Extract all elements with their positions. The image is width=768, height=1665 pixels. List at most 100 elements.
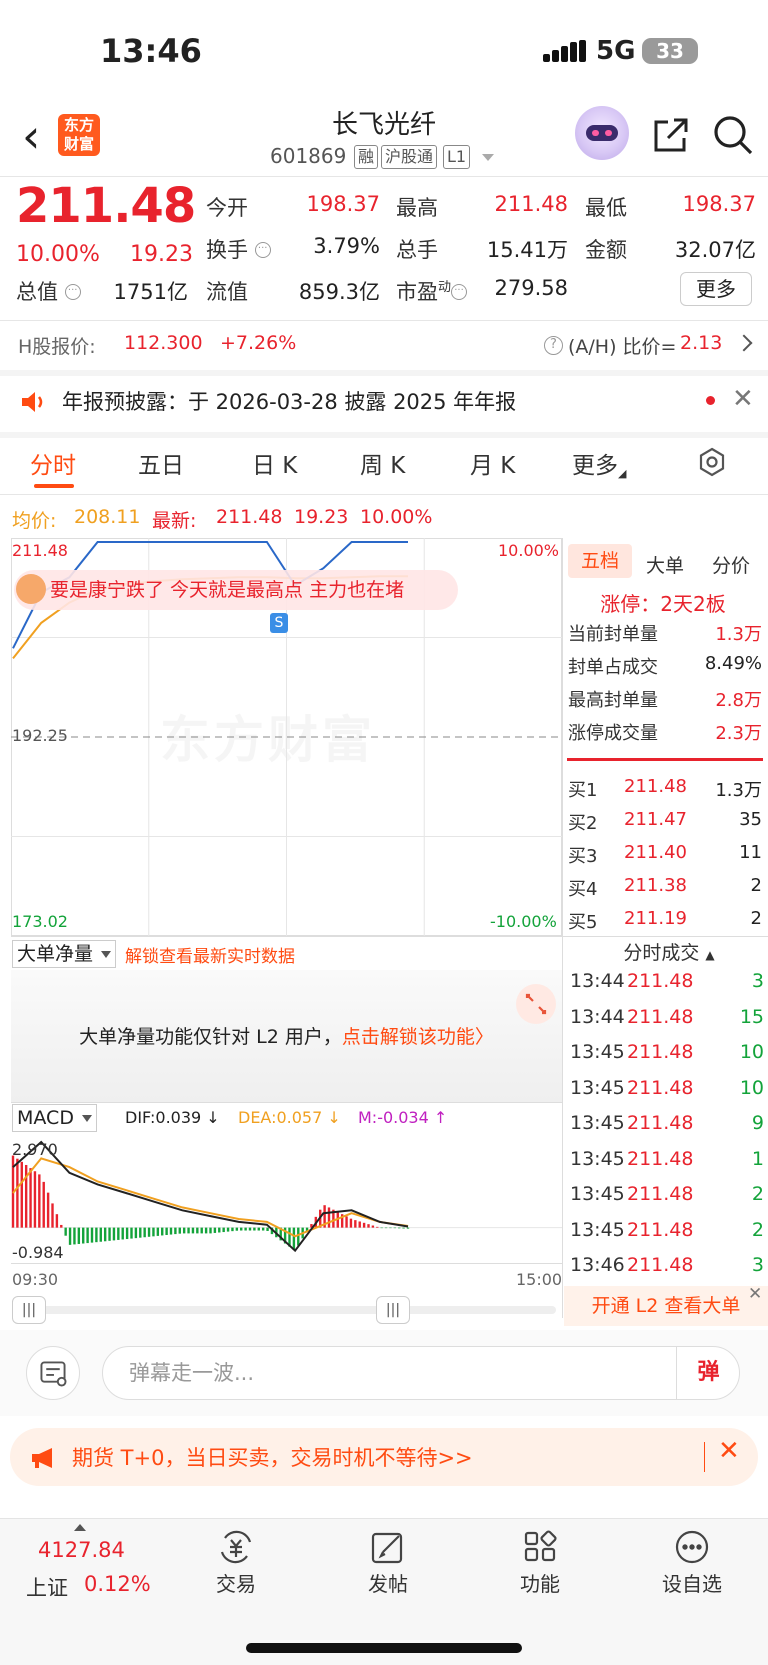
chevron-down-icon[interactable]	[482, 154, 494, 161]
tick-qty: 2	[751, 1183, 764, 1205]
tick-qty: 3	[751, 970, 764, 992]
avg-row-pct: 10.00%	[360, 506, 433, 528]
search-icon[interactable]	[712, 114, 754, 156]
tab-monthly-k[interactable]: 月 K	[470, 446, 515, 480]
ah-ratio-value[interactable]: 2.13	[680, 332, 722, 354]
danmu-settings-icon[interactable]	[26, 1346, 80, 1400]
macd-bar	[130, 1227, 133, 1239]
sell-marker[interactable]: S	[270, 613, 288, 633]
bid-row[interactable]: 买3 211.40 11	[568, 842, 762, 874]
hshare-label: H股报价:	[18, 336, 96, 358]
open-l2-banner[interactable]: 开通 L2 查看大单	[564, 1286, 768, 1326]
time-end: 15:00	[516, 1270, 563, 1289]
macd-bar	[358, 1221, 361, 1228]
assistant-robot-icon[interactable]	[575, 106, 629, 160]
tick-time: 13:45	[570, 1218, 625, 1241]
range-handle-right[interactable]: |||	[376, 1296, 410, 1324]
macd-bar	[393, 1227, 397, 1229]
tab-big-order[interactable]: 大单	[646, 551, 684, 578]
ticks-header[interactable]: 分时成交 ▲	[574, 938, 764, 965]
more-button[interactable]: 更多	[680, 272, 752, 306]
tag-level: L1	[443, 145, 471, 169]
close-icon[interactable]: ✕	[718, 1436, 740, 1466]
home-indicator[interactable]	[246, 1643, 522, 1653]
mktcap-label: 总值 ···	[16, 276, 81, 306]
tick-row: 13:45 211.48 1	[570, 1148, 764, 1182]
help-icon[interactable]: ?	[544, 336, 563, 355]
macd-chart[interactable]	[11, 1134, 562, 1264]
macd-bar	[362, 1222, 366, 1228]
l2-message: 大单净量功能仅针对 L2 用户，点击解锁该功能〉	[79, 1026, 494, 1048]
limit-stat-row: 最高封单量 2.8万	[568, 686, 762, 716]
macd-bar	[82, 1227, 85, 1244]
bid-row[interactable]: 买4 211.38 2	[568, 875, 762, 907]
bid-row[interactable]: 买1 211.48 1.3万	[568, 776, 762, 808]
nav-trade[interactable]: 交易	[176, 1520, 296, 1596]
turnover-value: 3.79%	[313, 234, 380, 258]
range-handle-left[interactable]: |||	[12, 1296, 46, 1324]
macd-bar	[235, 1227, 239, 1231]
tick-qty: 2	[751, 1218, 764, 1241]
nav-watchlist[interactable]: 设自选	[632, 1520, 752, 1596]
notice-text[interactable]: 年报预披露：于 2026-03-28 披露 2025 年年报	[62, 386, 516, 416]
limit-stat-row: 当前封单量 1.3万	[568, 620, 762, 650]
nav-post[interactable]: 发帖	[328, 1520, 448, 1596]
macd-bar	[165, 1227, 168, 1235]
avg-value: 208.11	[74, 506, 141, 528]
expand-up-icon[interactable]	[74, 1524, 86, 1531]
indicator-select[interactable]: MACD	[12, 1104, 97, 1132]
tab-more[interactable]: 更多◢	[572, 446, 626, 480]
nav-functions[interactable]: 功能	[480, 1520, 600, 1596]
time-range-track[interactable]	[16, 1306, 556, 1314]
bid-qty: 2	[750, 908, 762, 929]
tab-five-day[interactable]: 五日	[138, 446, 184, 480]
index-pct[interactable]: 0.12%	[84, 1572, 151, 1596]
close-icon[interactable]: ✕	[748, 1284, 762, 1304]
unlock-feature-link[interactable]: 点击解锁该功能〉	[342, 1026, 494, 1048]
tab-daily-k[interactable]: 日 K	[252, 446, 297, 480]
danmu-input[interactable]: 弹幕走一波...	[102, 1346, 740, 1400]
limit-up-status: 涨停：2天2板	[600, 592, 726, 616]
macd-dif-line	[12, 1140, 409, 1253]
bid-price: 211.19	[624, 908, 687, 929]
tab-price-dist[interactable]: 分价	[712, 551, 750, 578]
macd-min: -0.984	[12, 1243, 64, 1262]
index-name[interactable]: 上证	[26, 1572, 68, 1602]
gear-icon[interactable]	[697, 447, 727, 477]
info-icon: ···	[451, 284, 468, 300]
limit-divider	[567, 758, 763, 761]
unlock-link[interactable]: 解锁查看最新实时数据	[125, 942, 295, 967]
amount-value: 32.07亿	[674, 238, 756, 262]
close-icon[interactable]: ✕	[732, 384, 754, 414]
tick-time: 13:44	[570, 970, 625, 992]
tick-price: 211.48	[627, 1147, 694, 1170]
macd-bar	[371, 1225, 375, 1228]
big-order-select[interactable]: 大单净量	[12, 940, 117, 968]
index-value[interactable]: 4127.84	[38, 1538, 125, 1562]
bid-row[interactable]: 买2 211.47 35	[568, 809, 762, 841]
danmu-send-button[interactable]: 弹	[676, 1346, 740, 1400]
macd-bar	[139, 1227, 142, 1238]
tick-price: 211.48	[627, 1041, 694, 1063]
ah-ratio-label[interactable]: (A/H) 比价=	[568, 332, 676, 359]
macd-bar	[204, 1227, 208, 1234]
share-icon[interactable]	[650, 116, 690, 156]
tick-time: 13:45	[570, 1041, 625, 1063]
chevron-right-icon[interactable]	[735, 334, 753, 352]
tick-price: 211.48	[627, 1183, 694, 1205]
danmu-bubble[interactable]: 要是康宁跌了 今天就是最高点 主力也在堵	[14, 570, 458, 610]
tab-weekly-k[interactable]: 周 K	[360, 446, 405, 480]
avg-label: 均价:	[12, 510, 57, 532]
futures-text[interactable]: 期货 T+0，当日买卖，交易时机不等待>>	[72, 1442, 473, 1472]
macd-bar	[51, 1203, 54, 1228]
macd-bar	[253, 1227, 256, 1231]
tab-order-book[interactable]: 五档	[568, 544, 632, 578]
expand-icon[interactable]	[516, 984, 556, 1024]
tab-intraday[interactable]: 分时	[30, 446, 76, 480]
bid-level: 买5	[568, 912, 598, 933]
macd-bar	[213, 1227, 217, 1233]
macd-bar	[261, 1227, 265, 1231]
macd-bar	[77, 1227, 81, 1244]
macd-bar	[376, 1226, 379, 1228]
last-price: 211.48	[16, 178, 196, 234]
